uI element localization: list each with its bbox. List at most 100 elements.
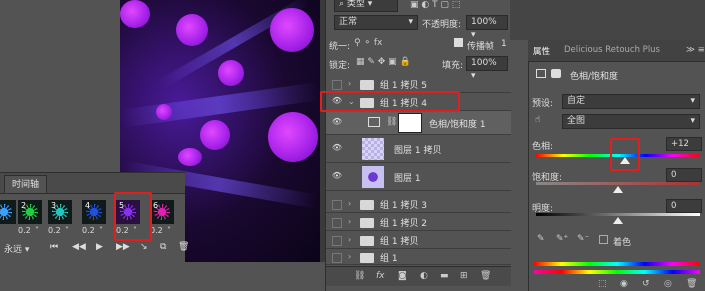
link-icon[interactable]: ⛓	[386, 117, 397, 127]
purple-dot	[218, 60, 244, 86]
new-layer-icon[interactable]: ⊞	[460, 271, 468, 281]
frame-delay[interactable]: 0.2	[48, 226, 61, 235]
lightness-slider-thumb[interactable]	[613, 217, 623, 224]
chevron-right-icon[interactable]: ›	[348, 199, 351, 208]
blend-mode-select[interactable]: 正常 ▾	[334, 15, 418, 30]
lock-icons[interactable]: ▦ ✎ ✥ ▣ 🔒	[356, 57, 411, 67]
chevron-right-icon[interactable]: ›	[348, 235, 351, 244]
saturation-slider-thumb[interactable]	[613, 186, 623, 193]
fill-input[interactable]: 100% ▾	[466, 56, 508, 81]
layer-row[interactable]: 👁 图层 1	[326, 163, 511, 191]
layer-name: 组 1 拷贝 2	[380, 219, 428, 229]
delay-dropdown-icon[interactable]: ˅	[65, 226, 69, 235]
eyedropper-icon[interactable]: ✎	[537, 234, 545, 244]
delay-dropdown-icon[interactable]: ˅	[167, 226, 171, 235]
purple-dot	[176, 14, 208, 46]
play-icon[interactable]: ▶	[96, 242, 103, 252]
preset-select[interactable]: 自定 ▾	[562, 94, 700, 109]
folder-icon[interactable]: ▬	[440, 271, 449, 281]
trash-icon[interactable]: 🗑	[480, 271, 491, 281]
saturation-slider[interactable]	[536, 182, 700, 185]
fx-icon[interactable]: fx	[376, 271, 385, 281]
tab-properties[interactable]: 属性	[533, 45, 550, 57]
frames-strip: 2 0.2 ˅ 3 0.2 ˅ 4 0.2 ˅ 5 0.2 ˅ 6 0.2 ˅	[0, 172, 185, 242]
chevron-right-icon[interactable]: ›	[348, 217, 351, 226]
layer-mask-thumbnail[interactable]	[398, 113, 422, 133]
visibility-toggle[interactable]	[332, 218, 342, 228]
visibility-toggle[interactable]	[332, 80, 342, 90]
clip-icon[interactable]: ⬚	[598, 279, 607, 289]
layer-name: 组 1	[380, 254, 398, 264]
next-frame-icon[interactable]: ▶▶	[116, 242, 130, 252]
unify-icons[interactable]: ⚲ ⚬ fx	[354, 38, 382, 48]
lightness-input[interactable]: 0	[666, 199, 702, 213]
timeline-frame[interactable]: 3 0.2 ˅	[46, 198, 74, 242]
hand-tool-icon[interactable]: ☝	[535, 115, 540, 125]
delay-dropdown-icon[interactable]: ˅	[99, 226, 103, 235]
channel-select[interactable]: 全图 ▾	[562, 114, 700, 129]
layer-row[interactable]: › 组 1 拷贝	[326, 231, 511, 249]
fill-label: 填充:	[442, 61, 464, 71]
filter-select[interactable]: ⌕ 类型 ▾	[334, 0, 398, 12]
tween-icon[interactable]: ↘	[140, 242, 148, 252]
chevron-right-icon[interactable]: ›	[348, 252, 351, 261]
eye-icon[interactable]: 👁	[330, 117, 344, 126]
trash-icon[interactable]: 🗑	[178, 242, 189, 252]
visibility-icon[interactable]: ◎	[664, 279, 672, 289]
timeline-frame[interactable]: 4 0.2 ˅	[80, 198, 108, 242]
layer-row[interactable]: 👁 图层 1 拷贝	[326, 135, 511, 163]
frame-number: 4	[85, 201, 91, 210]
preset-label: 预设:	[532, 99, 554, 109]
link-icon[interactable]: ⛓	[354, 271, 365, 281]
duplicate-frame-icon[interactable]: ⧉	[160, 242, 166, 252]
layer-name: 组 1 拷贝 3	[380, 201, 428, 211]
filter-icons[interactable]: ▣ ◐ T ▢ ⬚	[410, 0, 460, 10]
adjustment-layer-icon	[368, 117, 380, 127]
eyedropper-minus-icon[interactable]: ✎⁻	[577, 234, 589, 244]
highlight-frame-5	[114, 192, 152, 241]
colorize-checkbox[interactable]	[599, 235, 608, 244]
chevron-right-icon[interactable]: ›	[348, 79, 351, 88]
loop-select[interactable]: 永远 ▾	[4, 242, 29, 255]
visibility-toggle[interactable]	[332, 253, 342, 263]
eye-icon[interactable]: 👁	[330, 143, 344, 152]
timeline-controls: 永远 ▾ ⏮ ◀◀ ▶ ▶▶ ↘ ⧉ 🗑	[0, 242, 189, 260]
eye-icon[interactable]: 👁	[330, 171, 344, 180]
view-previous-icon[interactable]: ◉	[620, 279, 628, 289]
propagate-checkbox[interactable]	[454, 38, 463, 47]
reset-icon[interactable]: ↺	[642, 279, 650, 289]
tab-delicious-retouch[interactable]: Delicious Retouch Plus	[564, 45, 660, 55]
trash-icon[interactable]: 🗑	[686, 279, 697, 289]
layer-row[interactable]: › 组 1 拷贝 2	[326, 213, 511, 231]
eyedropper-plus-icon[interactable]: ✎⁺	[556, 234, 568, 244]
prev-frame-icon[interactable]: ◀◀	[72, 242, 86, 252]
adjustment-icon[interactable]: ◐	[420, 271, 428, 281]
visibility-toggle[interactable]	[332, 200, 342, 210]
channel-value: 全图	[567, 116, 586, 126]
layer-row[interactable]: › 组 1 拷贝 3	[326, 195, 511, 213]
layer-name: 色相/饱和度 1	[429, 120, 486, 130]
blend-mode-value: 正常	[339, 17, 358, 27]
frame-delay[interactable]: 0.2	[18, 226, 31, 235]
delay-dropdown-icon[interactable]: ˅	[35, 226, 39, 235]
first-frame-icon[interactable]: ⏮	[50, 242, 58, 252]
layer-name: 组 1 拷贝 5	[380, 81, 428, 91]
timeline-frame[interactable]: 6 0.2 ˅	[148, 198, 176, 242]
timeline-frame[interactable]: 2 0.2 ˅	[16, 198, 44, 242]
frame-thumbnail: 6	[150, 200, 174, 224]
hue-input[interactable]: +12	[666, 137, 702, 151]
visibility-toggle[interactable]	[332, 236, 342, 246]
purple-dot	[156, 104, 172, 120]
purple-dot	[120, 0, 150, 28]
lightness-slider[interactable]	[536, 213, 700, 216]
layer-row[interactable]: 👁 ⛓ 色相/饱和度 1	[326, 111, 511, 135]
layer-row[interactable]: › 组 1	[326, 249, 511, 265]
saturation-input[interactable]: 0	[666, 168, 702, 182]
frame-delay[interactable]: 0.2	[82, 226, 95, 235]
opacity-input[interactable]: 100% ▾	[466, 15, 508, 40]
mask-icon[interactable]	[551, 69, 561, 78]
mask-icon[interactable]: ◙	[398, 271, 407, 281]
highlight-hue-slider	[610, 138, 640, 171]
panel-menu-icon[interactable]: ≫ ≡	[686, 45, 705, 55]
opacity-value: 100%	[471, 17, 497, 27]
